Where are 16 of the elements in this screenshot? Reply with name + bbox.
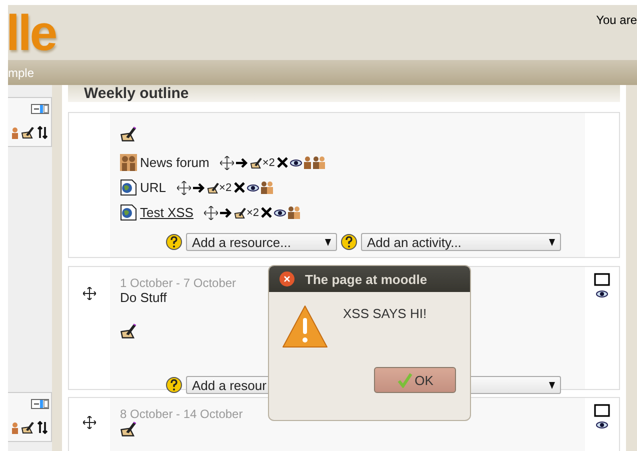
activity-link[interactable]: News forum xyxy=(140,155,210,170)
login-info: You are xyxy=(596,13,637,27)
duplicate-label[interactable]: ×2 xyxy=(262,156,275,168)
section-dates: 1 October - 7 October xyxy=(120,276,236,290)
duplicate-label[interactable]: ×2 xyxy=(246,206,260,218)
dialog-message: XSS SAYS HI! xyxy=(343,306,427,321)
dialog-title: The page at moodle xyxy=(305,272,428,286)
duplicate-label[interactable]: ×2 xyxy=(219,182,232,194)
section-dates: 8 October - 14 October xyxy=(120,407,243,421)
activity-link[interactable]: Test XSS xyxy=(140,205,194,220)
activity-select[interactable]: Add an activity... xyxy=(361,233,561,251)
activity-link[interactable]: URL xyxy=(140,180,166,195)
ok-button[interactable]: OK xyxy=(374,367,456,393)
page-heading: Weekly outline xyxy=(84,85,189,102)
section-summary: Do Stuff xyxy=(120,290,167,305)
resource-select[interactable]: Add a resource... xyxy=(186,233,337,251)
